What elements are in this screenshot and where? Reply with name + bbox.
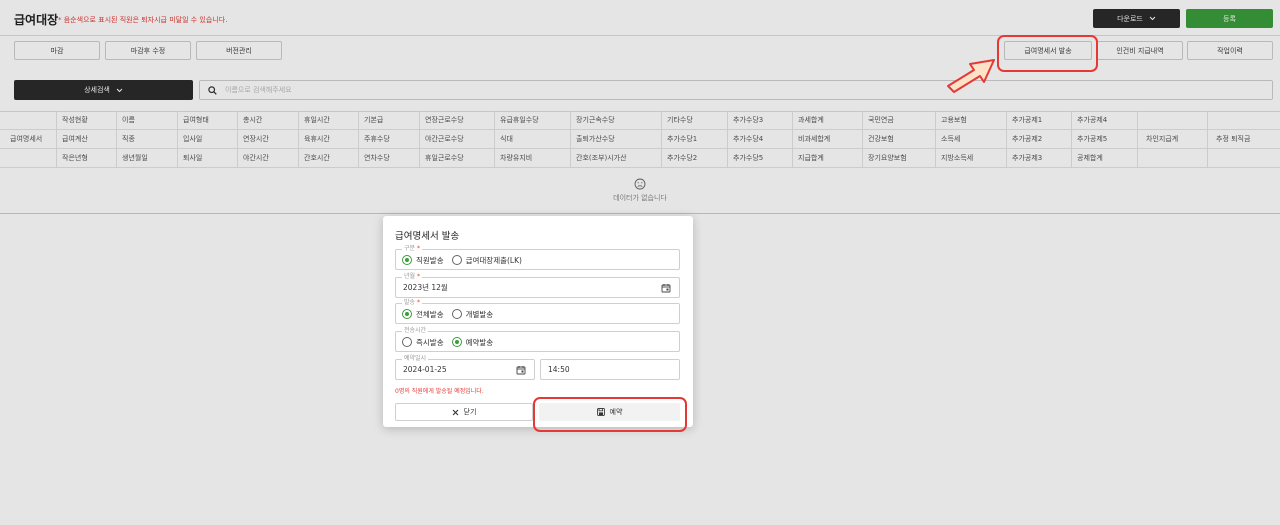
close-label: 닫기: [463, 408, 477, 416]
month-field[interactable]: 년월 * 2023년 12월: [395, 273, 680, 298]
time-option-immediate[interactable]: 즉시발송: [402, 337, 444, 348]
radio-unchecked-icon: [451, 309, 462, 319]
radio-checked-icon: [402, 255, 412, 265]
time-option-scheduled[interactable]: 예약발송: [451, 337, 493, 348]
close-icon: [452, 409, 458, 415]
highlight-reserve: [533, 397, 687, 432]
send-time-field: 전송시간 즉시발송 예약발송: [395, 327, 680, 352]
send-field: 발송 * 전체발송 개별발송: [395, 299, 680, 324]
schedule-date-value: 2024-01-25: [403, 365, 447, 374]
close-button[interactable]: 닫기: [395, 403, 533, 421]
schedule-date-field[interactable]: 예약일시 2024-01-25: [395, 355, 535, 380]
radio-checked-icon: [451, 337, 462, 347]
highlight-send-payslip: [997, 35, 1098, 72]
type-option-submit-lk[interactable]: 급여대장제출(LK): [451, 255, 522, 266]
schedule-time-field[interactable]: 14:50: [540, 359, 680, 380]
radio-unchecked-icon: [451, 255, 462, 265]
calendar-icon[interactable]: [661, 283, 671, 293]
send-payslip-modal: 급여명세서 발송 구분 * 직원발송 급여대장제출(LK) 년월 * 2023년…: [383, 216, 693, 427]
pointer-arrow-icon: [947, 59, 995, 93]
schedule-time-value: 14:50: [548, 365, 570, 374]
radio-checked-icon: [402, 309, 412, 319]
modal-title: 급여명세서 발송: [395, 231, 460, 242]
send-option-individual[interactable]: 개별발송: [451, 309, 493, 320]
recipient-warning: 0명의 직원에게 발송될 예정입니다.: [395, 388, 484, 395]
month-value: 2023년 12월: [403, 283, 448, 292]
payroll-ledger-page: 급여대장 * 음순색으로 표시된 직원은 퇴자시급 미달일 수 있습니다. 다운…: [0, 0, 1280, 525]
calendar-icon[interactable]: [516, 365, 526, 375]
type-option-employee[interactable]: 직원발송: [402, 255, 444, 266]
type-field: 구분 * 직원발송 급여대장제출(LK): [395, 245, 680, 270]
send-option-all[interactable]: 전체발송: [402, 309, 444, 320]
radio-unchecked-icon: [402, 337, 412, 347]
